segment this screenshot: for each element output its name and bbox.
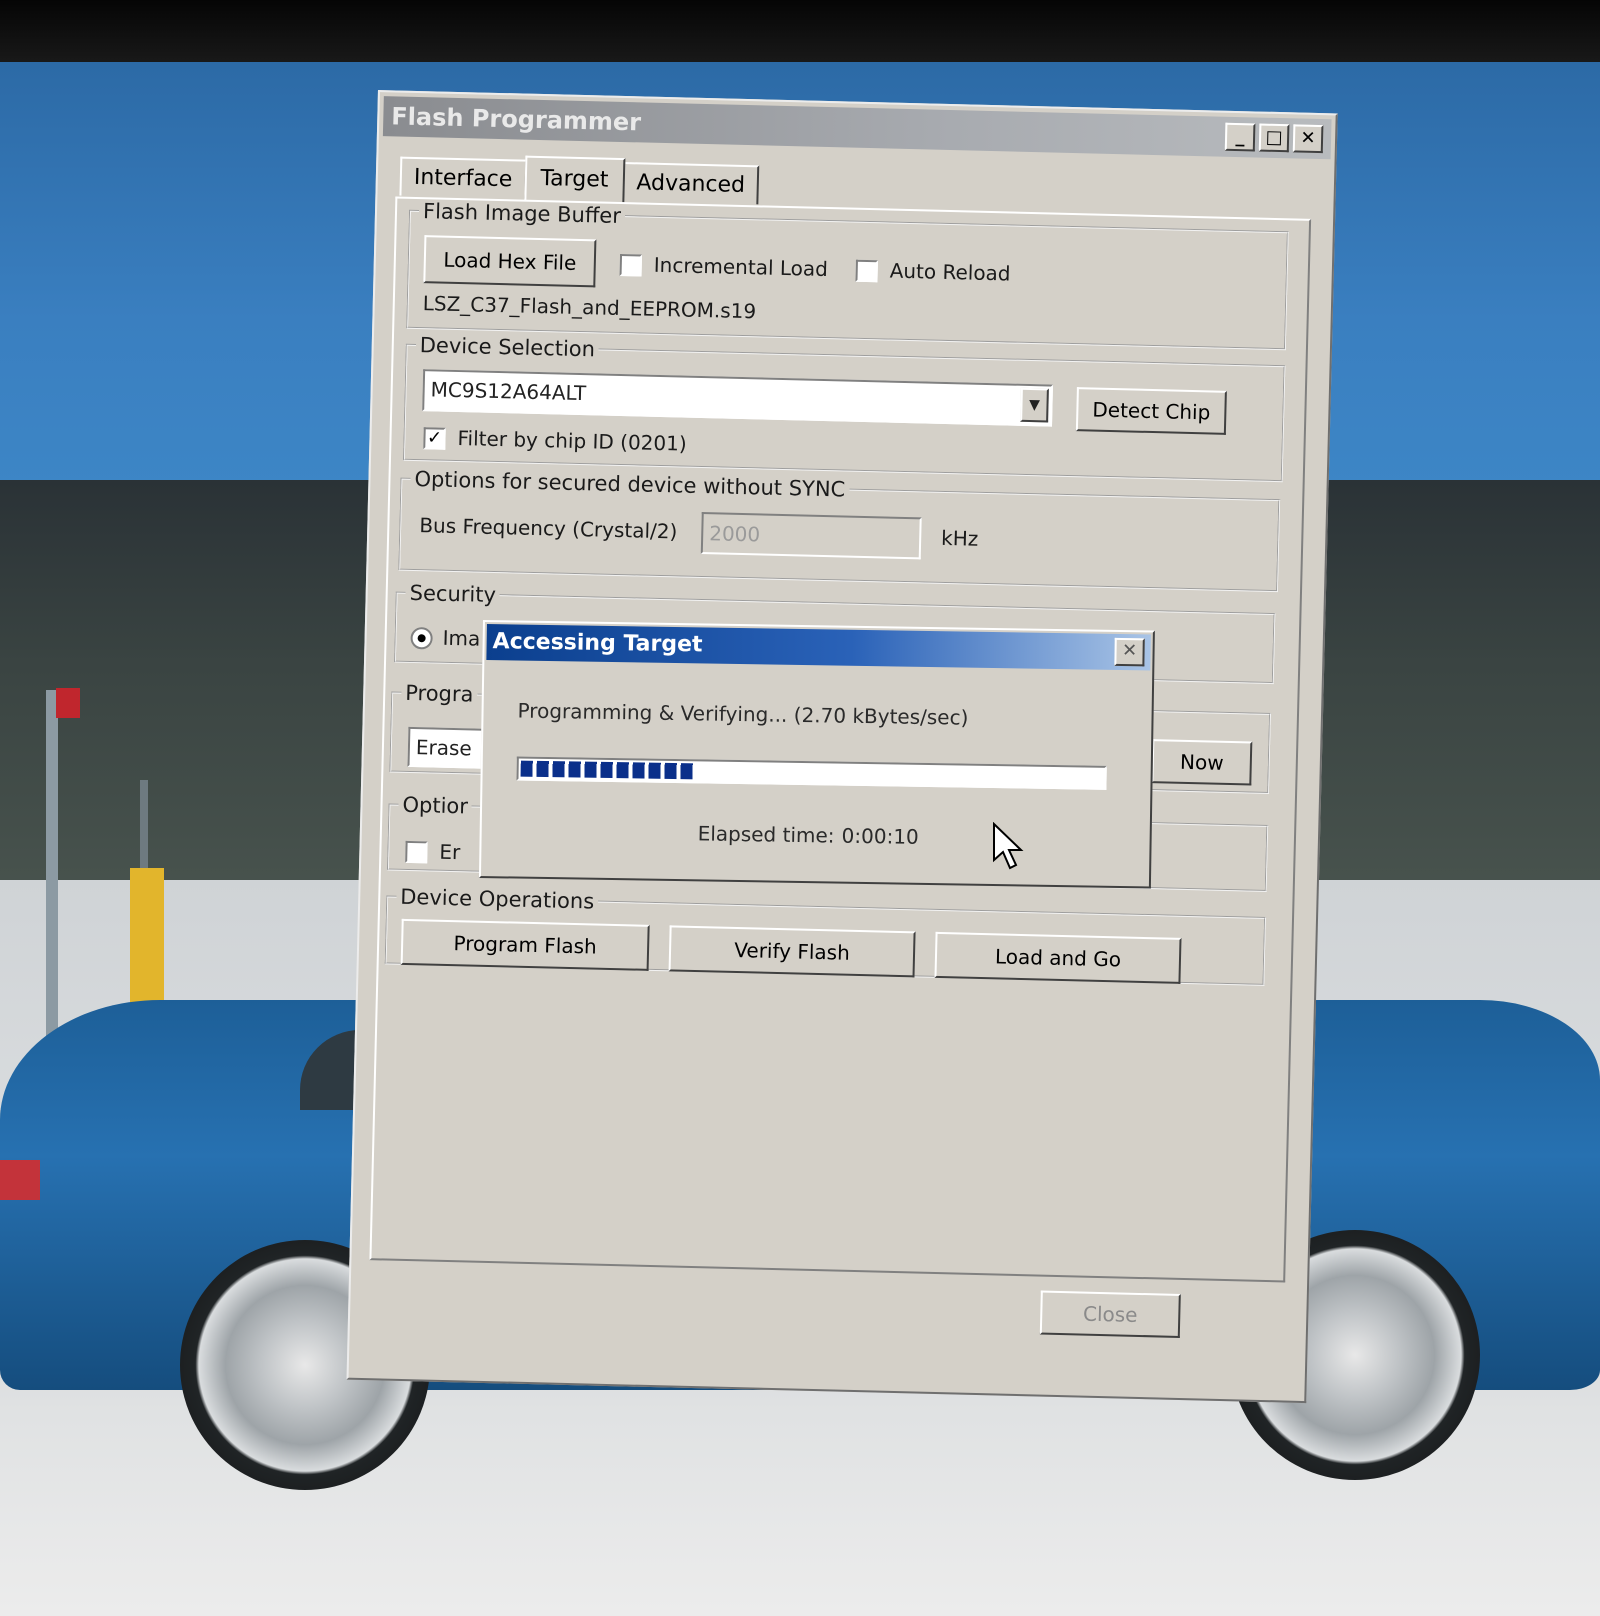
elapsed-time-value: 0:00:10 xyxy=(841,823,919,849)
progress-bar xyxy=(516,756,1107,790)
dialog-titlebar[interactable]: Accessing Target ✕ xyxy=(486,624,1151,671)
load-hex-file-button[interactable]: Load Hex File xyxy=(423,235,597,288)
minimize-icon[interactable]: _ xyxy=(1224,122,1256,152)
bus-frequency-input[interactable]: 2000 xyxy=(700,512,922,560)
program-legend: Progra xyxy=(404,680,474,707)
options-legend: Optior xyxy=(402,792,469,819)
maximize-icon[interactable]: □ xyxy=(1258,123,1290,153)
mouse-pointer-icon xyxy=(993,822,1024,870)
secured-device-options-legend: Options for secured device without SYNC xyxy=(414,467,846,502)
accessing-target-dialog: Accessing Target ✕ Programming & Verifyi… xyxy=(478,620,1155,889)
incremental-load-checkbox[interactable] xyxy=(619,253,643,277)
device-dropdown-value: MC9S12A64ALT xyxy=(430,377,587,406)
window-title: Flash Programmer xyxy=(391,102,642,137)
secured-device-options-group: Options for secured device without SYNC … xyxy=(398,466,1281,593)
options-checkbox[interactable] xyxy=(405,840,428,864)
dialog-close-icon[interactable]: ✕ xyxy=(1114,637,1145,667)
security-image-radio[interactable] xyxy=(410,626,433,650)
device-operations-group: Device Operations Program Flash Verify F… xyxy=(384,884,1267,986)
auto-reload-checkbox[interactable] xyxy=(855,259,878,283)
program-now-button[interactable]: Now xyxy=(1151,739,1253,786)
device-selection-legend: Device Selection xyxy=(419,333,596,362)
program-flash-button[interactable]: Program Flash xyxy=(400,918,650,971)
bus-frequency-label: Bus Frequency (Crystal/2) xyxy=(419,513,678,544)
device-operations-legend: Device Operations xyxy=(400,884,595,914)
close-button[interactable]: Close xyxy=(1039,1290,1181,1338)
tab-interface[interactable]: Interface xyxy=(399,156,527,199)
wallpaper-pole xyxy=(46,690,58,1070)
progress-bar-fill xyxy=(520,760,696,780)
tab-target[interactable]: Target xyxy=(523,155,625,204)
options-checkbox-label: Er xyxy=(439,839,461,865)
security-radio-label: Ima xyxy=(442,625,481,651)
security-legend: Security xyxy=(409,580,497,608)
progress-status-text: Programming & Verifying... (2.70 kBytes/… xyxy=(517,698,969,730)
load-and-go-button[interactable]: Load and Go xyxy=(934,931,1182,984)
wallpaper-post-yellow xyxy=(130,868,164,1008)
chevron-down-icon[interactable]: ▼ xyxy=(1020,387,1049,423)
bus-frequency-unit: kHz xyxy=(940,525,979,551)
elapsed-time-label: Elapsed time: xyxy=(697,821,835,848)
auto-reload-label: Auto Reload xyxy=(889,258,1011,286)
loaded-filename: LSZ_C37_Flash_and_EEPROM.s19 xyxy=(422,291,757,324)
tab-advanced[interactable]: Advanced xyxy=(621,162,760,205)
device-dropdown[interactable]: MC9S12A64ALT ▼ xyxy=(422,369,1054,427)
window-controls: _ □ ✕ xyxy=(1221,122,1324,154)
verify-flash-button[interactable]: Verify Flash xyxy=(668,925,916,978)
filter-chip-id-checkbox[interactable]: ✓ xyxy=(423,427,446,450)
dialog-title: Accessing Target xyxy=(492,629,703,658)
monitor-bezel xyxy=(0,0,1600,70)
wallpaper-pole-cap xyxy=(56,688,80,718)
flash-image-buffer-group: Flash Image Buffer Load Hex File Increme… xyxy=(406,198,1290,351)
incremental-load-label: Incremental Load xyxy=(653,252,829,282)
wallpaper-car-taillight xyxy=(0,1160,40,1200)
filter-chip-id-label: Filter by chip ID (0201) xyxy=(457,426,687,456)
flash-image-buffer-legend: Flash Image Buffer xyxy=(422,199,622,228)
detect-chip-button[interactable]: Detect Chip xyxy=(1075,387,1227,435)
device-selection-group: Device Selection MC9S12A64ALT ▼ Detect C… xyxy=(402,332,1286,483)
tab-strip: Interface Target Advanced xyxy=(399,151,760,205)
close-icon[interactable]: ✕ xyxy=(1292,124,1324,154)
